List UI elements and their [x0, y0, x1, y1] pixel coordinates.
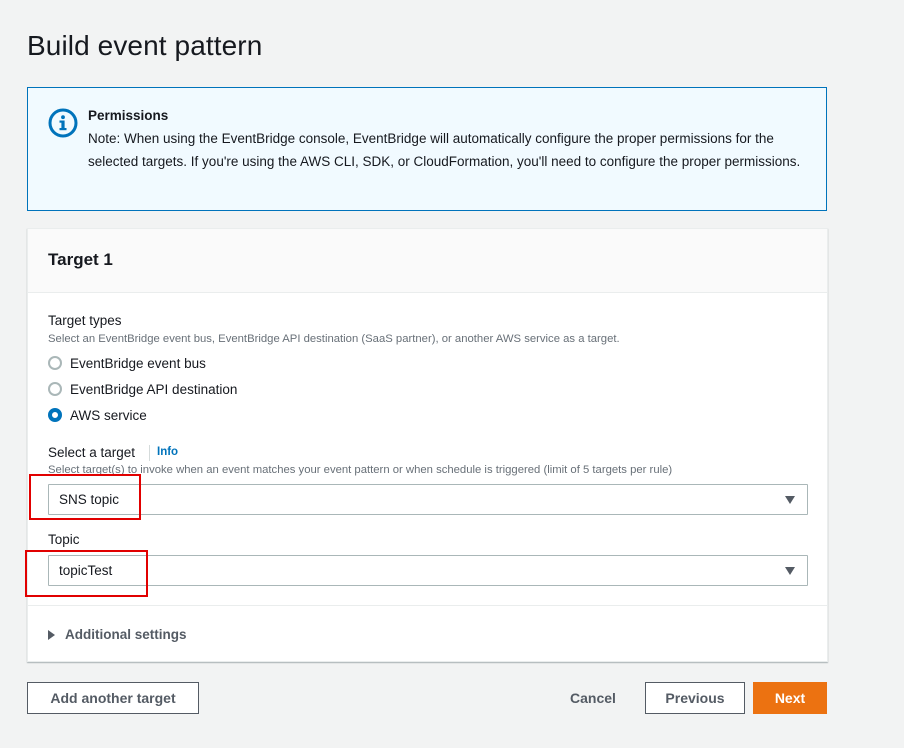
red-highlight-box [29, 474, 141, 520]
target-title: Target 1 [48, 250, 113, 269]
caret-down-icon [785, 567, 795, 575]
topic-label: Topic [48, 532, 80, 547]
page-title: Build event pattern [27, 30, 263, 61]
info-icon [48, 108, 78, 138]
additional-settings-label: Additional settings [65, 627, 187, 642]
select-target-dropdown[interactable]: SNS topic [48, 484, 808, 515]
add-another-target-button[interactable]: Add another target [27, 682, 199, 714]
caret-right-icon [48, 629, 55, 640]
label-divider [149, 445, 150, 461]
section-divider [28, 605, 827, 606]
previous-button[interactable]: Previous [645, 682, 745, 714]
radio-eventbridge-event-bus[interactable]: EventBridge event bus [48, 354, 206, 372]
topic-dropdown[interactable]: topicTest [48, 555, 808, 586]
radio-button[interactable] [48, 382, 62, 396]
select-target-label: Select a target [48, 445, 136, 460]
select-target-description: Select target(s) to invoke when an event… [48, 464, 673, 476]
card-header: Target 1 [28, 229, 827, 293]
alert-body: Note: When using the EventBridge console… [88, 131, 801, 169]
radio-eventbridge-api-destination[interactable]: EventBridge API destination [48, 380, 237, 398]
caret-down-icon [785, 496, 795, 504]
radio-button[interactable] [48, 356, 62, 370]
cancel-button[interactable]: Cancel [558, 682, 628, 714]
target-types-label: Target types [48, 313, 122, 328]
red-highlight-box [25, 550, 148, 597]
info-link[interactable]: Info [157, 446, 178, 458]
radio-button-selected[interactable] [48, 408, 62, 422]
radio-label: EventBridge API destination [70, 381, 238, 397]
radio-label: EventBridge event bus [70, 355, 206, 371]
radio-label: AWS service [70, 407, 147, 423]
additional-settings-expander[interactable]: Additional settings [48, 627, 187, 642]
target-types-description: Select an EventBridge event bus, EventBr… [48, 333, 620, 345]
alert-title: Permissions [88, 108, 169, 123]
radio-aws-service[interactable]: AWS service [48, 406, 147, 424]
next-button[interactable]: Next [753, 682, 827, 714]
permissions-alert: Permissions Note: When using the EventBr… [27, 87, 827, 211]
